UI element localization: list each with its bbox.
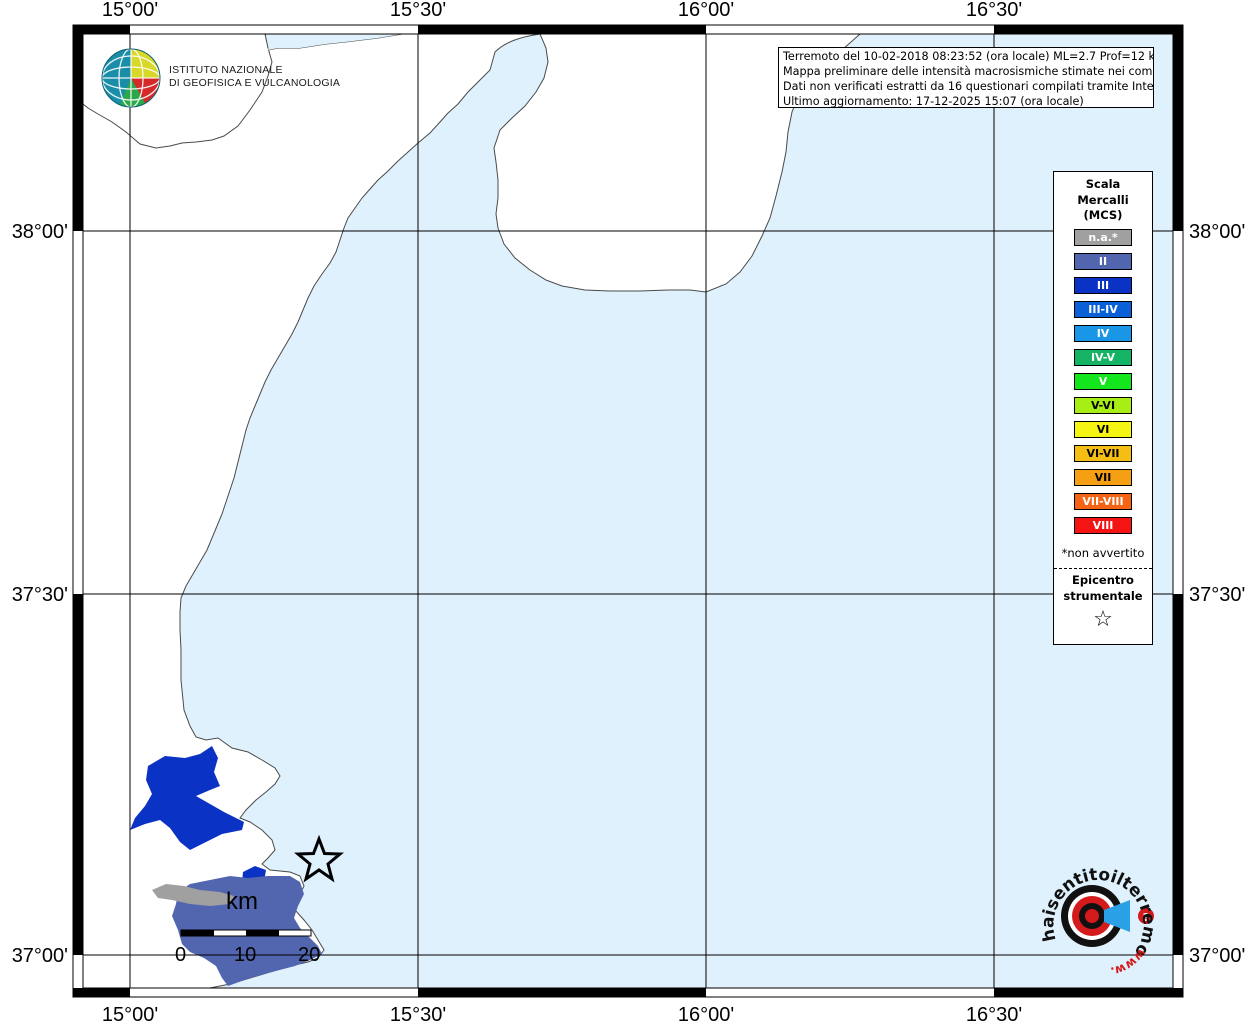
legend-item: V xyxy=(1074,373,1132,390)
scale-label-20: 20 xyxy=(298,944,321,966)
legend-item: III xyxy=(1074,277,1132,294)
legend-item: VII xyxy=(1074,469,1132,486)
lat-label-left-2: 37°30' xyxy=(12,584,68,606)
lat-label-left-1: 38°00' xyxy=(12,221,68,243)
lon-label-bottom-2: 15°30' xyxy=(390,1004,446,1024)
lon-label-top-1: 15°00' xyxy=(102,0,158,21)
lat-label-right-3: 37°00' xyxy=(1189,945,1245,967)
lon-label-bottom-1: 15°00' xyxy=(102,1004,158,1024)
legend-note: *non avvertito xyxy=(1061,546,1145,560)
event-info-line3: Dati non verificati estratti da 16 quest… xyxy=(783,80,1154,93)
legend-item: VIII xyxy=(1074,517,1132,534)
event-info-line2: Mappa preliminare delle intensità macros… xyxy=(783,65,1154,78)
legend-epicenter-label: Epicentro strumentale xyxy=(1054,572,1152,604)
ingv-logo-text: ISTITUTO NAZIONALE DI GEOFISICA E VULCAN… xyxy=(169,64,340,90)
legend-separator xyxy=(1054,568,1152,569)
lat-label-left-3: 37°00' xyxy=(12,945,68,967)
event-info-line1: Terremoto del 10-02-2018 08:23:52 (ora l… xyxy=(783,50,1154,63)
legend-item: V-VI xyxy=(1074,397,1132,414)
legend-star-icon: ☆ xyxy=(1093,607,1113,632)
lat-label-right-2: 37°30' xyxy=(1189,584,1245,606)
ingv-logo-line2: DI GEOFISICA E VULCANOLOGIA xyxy=(169,77,341,89)
legend-title: Scala Mercalli (MCS) xyxy=(1054,177,1152,224)
legend-title-line3: (MCS) xyxy=(1083,208,1123,222)
lat-label-right-1: 38°00' xyxy=(1189,221,1245,243)
legend-item: VII-VIII xyxy=(1074,493,1132,510)
scale-label-0: 0 xyxy=(175,944,187,966)
legend-epicenter-line1: Epicentro xyxy=(1072,573,1134,587)
scale-bar xyxy=(180,929,312,937)
lon-label-top-3: 16°00' xyxy=(678,0,734,21)
legend-item: n.a.* xyxy=(1074,229,1132,246)
event-info-box: Terremoto del 10-02-2018 08:23:52 (ora l… xyxy=(778,47,1154,108)
lon-label-bottom-3: 16°00' xyxy=(678,1004,734,1024)
legend-epicenter-line2: strumentale xyxy=(1063,589,1143,603)
intensity-legend: Scala Mercalli (MCS) n.a.* II III III-IV IV I… xyxy=(1053,171,1153,645)
lon-label-top-2: 15°30' xyxy=(390,0,446,21)
event-info-line4: Ultimo aggiornamento: 17-12-2025 15:07 (… xyxy=(783,95,1084,108)
legend-item: II xyxy=(1074,253,1132,270)
legend-title-line1: Scala xyxy=(1085,177,1121,191)
ingv-logo-line1: ISTITUTO NAZIONALE xyxy=(169,64,283,76)
legend-item: IV-V xyxy=(1074,349,1132,366)
legend-item: IV xyxy=(1074,325,1132,342)
lon-label-bottom-4: 16°30' xyxy=(966,1004,1022,1024)
scale-unit: km xyxy=(226,888,258,915)
scale-label-10: 10 xyxy=(234,944,257,966)
ingv-globe-icon xyxy=(101,48,161,108)
legend-title-line2: Mercalli xyxy=(1077,192,1129,207)
legend-item: III-IV xyxy=(1074,301,1132,318)
lon-label-top-4: 16°30' xyxy=(966,0,1022,21)
legend-item: VI xyxy=(1074,421,1132,438)
legend-item: VI-VII xyxy=(1074,445,1132,462)
